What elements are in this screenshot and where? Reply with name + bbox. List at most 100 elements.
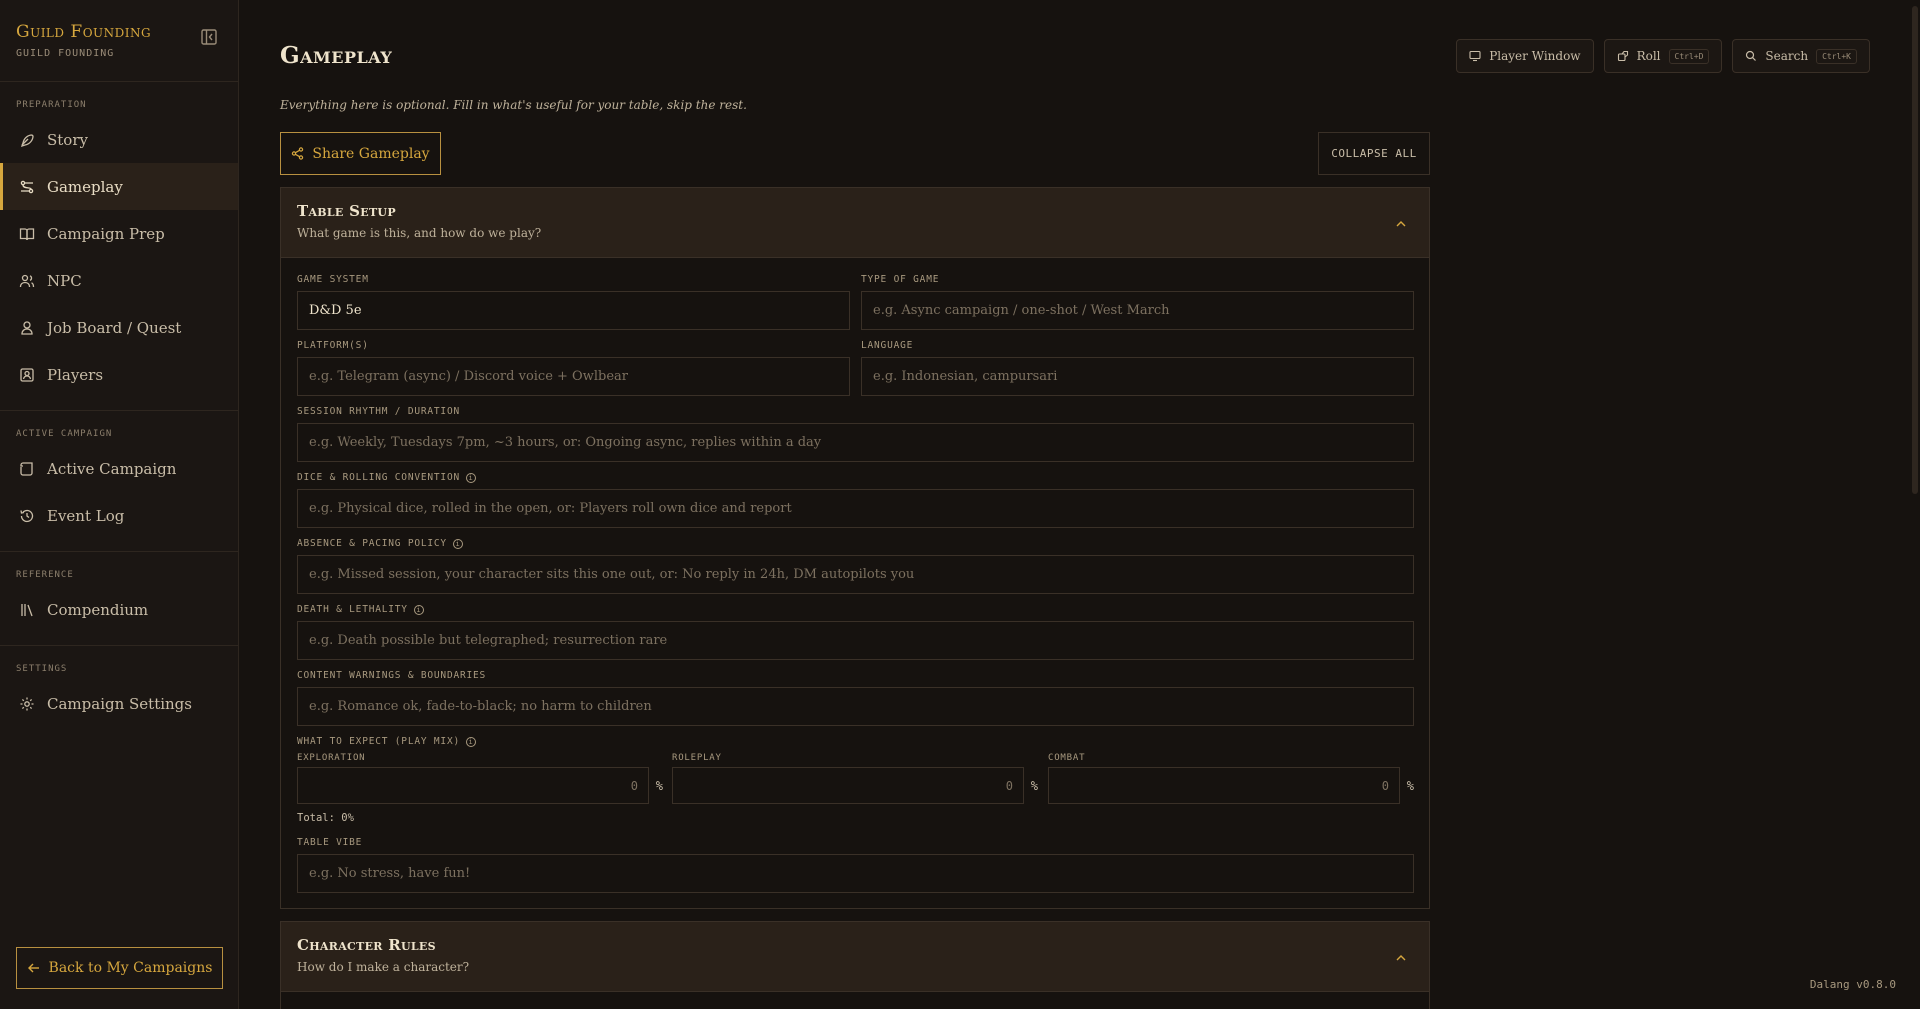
character-rules-panel: Character Rules How do I make a characte…	[280, 921, 1430, 1009]
scrollbar-thumb[interactable]	[1912, 6, 1918, 494]
info-icon[interactable]: i	[452, 538, 463, 549]
platforms-group: PLATFORM(S)	[297, 340, 850, 396]
version-label: Dalang v0.8.0	[1809, 978, 1896, 991]
sidebar-item-label: Gameplay	[47, 177, 123, 196]
gear-icon	[20, 697, 34, 710]
search-shortcut: Ctrl+K	[1816, 48, 1857, 64]
back-to-campaigns-button[interactable]: Back to My Campaigns	[16, 947, 223, 989]
nav-section-label: REFERENCE	[16, 570, 74, 580]
language-input[interactable]	[861, 357, 1414, 396]
collapse-sidebar-icon[interactable]	[200, 28, 218, 46]
sidebar-item-job-board[interactable]: Job Board / Quest	[0, 304, 238, 351]
game-system-group: GAME SYSTEM	[297, 274, 850, 330]
type-of-game-label: TYPE OF GAME	[861, 274, 940, 285]
collapse-all-button[interactable]: COLLAPSE ALL	[1318, 132, 1430, 175]
character-rules-description: How do I make a character?	[297, 960, 470, 974]
absence-label-text: ABSENCE & PACING POLICY	[297, 538, 447, 549]
sidebar-item-compendium[interactable]: Compendium	[0, 586, 238, 633]
player-window-button[interactable]: Player Window	[1456, 39, 1594, 73]
sidebar-item-story[interactable]: Story	[0, 116, 238, 163]
sidebar-item-label: Job Board / Quest	[47, 318, 182, 337]
info-icon[interactable]: i	[466, 736, 476, 747]
sidebar-item-campaign-prep[interactable]: Campaign Prep	[0, 210, 238, 257]
info-icon[interactable]: i	[413, 604, 424, 615]
search-button[interactable]: Search Ctrl+K	[1732, 39, 1870, 73]
roll-button[interactable]: Roll Ctrl+D	[1603, 39, 1723, 73]
scroll-icon	[20, 461, 33, 476]
page-subtitle: Everything here is optional. Fill in wha…	[280, 98, 747, 112]
language-group: LANGUAGE	[861, 340, 1414, 396]
death-label: DEATH & LETHALITY i	[297, 604, 1414, 615]
exploration-group: EXPLORATION %	[297, 753, 663, 804]
play-mix-label-wrap: WHAT TO EXPECT (PLAY MIX) i	[297, 736, 476, 747]
share-icon	[292, 147, 304, 160]
search-label: Search	[1765, 49, 1809, 63]
history-icon	[20, 509, 34, 522]
sidebar-item-event-log[interactable]: Event Log	[0, 492, 238, 539]
content-group: CONTENT WARNINGS & BOUNDARIES	[297, 670, 1414, 726]
sidebar-item-gameplay[interactable]: Gameplay	[0, 163, 238, 210]
table-setup-header[interactable]: Table Setup What game is this, and how d…	[281, 188, 1429, 258]
absence-input[interactable]	[297, 555, 1414, 594]
combat-label: COMBAT	[1048, 753, 1086, 763]
info-icon[interactable]: i	[466, 472, 476, 483]
combat-input[interactable]	[1048, 767, 1400, 804]
sidebar-item-players[interactable]: Players	[0, 351, 238, 398]
sidebar-item-npc[interactable]: NPC	[0, 257, 238, 304]
nav-section-reference: REFERENCE Compendium	[0, 552, 238, 646]
player-window-label: Player Window	[1489, 49, 1581, 63]
nav-section-label: SETTINGS	[16, 664, 68, 674]
sidebar-item-active-campaign[interactable]: Active Campaign	[0, 445, 238, 492]
table-setup-description: What game is this, and how do we play?	[297, 226, 542, 240]
roleplay-input[interactable]	[672, 767, 1024, 804]
exploration-input[interactable]	[297, 767, 649, 804]
sliders-icon	[20, 180, 34, 193]
share-gameplay-label: Share Gameplay	[312, 145, 430, 162]
roll-label: Roll	[1636, 49, 1661, 63]
share-gameplay-button[interactable]: Share Gameplay	[280, 132, 441, 175]
content-label: CONTENT WARNINGS & BOUNDARIES	[297, 670, 487, 681]
session-rhythm-group: SESSION RHYTHM / DURATION	[297, 406, 1414, 462]
type-of-game-group: TYPE OF GAME	[861, 274, 1414, 330]
table-setup-title: Table Setup	[297, 202, 396, 220]
game-system-input[interactable]	[297, 291, 850, 330]
play-mix-label-text: WHAT TO EXPECT (PLAY MIX)	[297, 736, 460, 747]
vibe-input[interactable]	[297, 854, 1414, 893]
sidebar-item-label: Story	[47, 130, 88, 149]
platforms-input[interactable]	[297, 357, 850, 396]
chevron-up-icon[interactable]	[1395, 952, 1407, 964]
main-content: Gameplay Everything here is optional. Fi…	[280, 0, 1430, 1009]
nav-section-label: PREPARATION	[16, 100, 87, 110]
back-button-label: Back to My Campaigns	[48, 960, 213, 976]
death-input[interactable]	[297, 621, 1414, 660]
percent-sign: %	[1406, 779, 1414, 793]
app-title: Guild Founding	[16, 22, 152, 42]
chevron-up-icon[interactable]	[1395, 218, 1407, 230]
vibe-group: TABLE VIBE	[297, 837, 1414, 893]
sidebar-item-campaign-settings[interactable]: Campaign Settings	[0, 680, 238, 727]
platforms-label: PLATFORM(S)	[297, 340, 369, 351]
dice-label: DICE & ROLLING CONVENTION i	[297, 472, 1414, 483]
session-rhythm-input[interactable]	[297, 423, 1414, 462]
combat-group: COMBAT %	[1048, 753, 1414, 804]
dice-group: DICE & ROLLING CONVENTION i	[297, 472, 1414, 528]
death-group: DEATH & LETHALITY i	[297, 604, 1414, 660]
character-rules-title: Character Rules	[297, 936, 436, 954]
session-rhythm-label: SESSION RHYTHM / DURATION	[297, 406, 460, 417]
top-toolbar: Player Window Roll Ctrl+D Search Ctrl+K	[1456, 39, 1870, 73]
type-of-game-input[interactable]	[861, 291, 1414, 330]
dice-label-text: DICE & ROLLING CONVENTION	[297, 472, 460, 483]
game-system-label: GAME SYSTEM	[297, 274, 369, 285]
percent-sign: %	[655, 779, 663, 793]
play-mix-total: Total: 0%	[297, 812, 354, 824]
users-icon	[19, 274, 35, 287]
scrollbar[interactable]	[1910, 0, 1920, 1009]
table-setup-panel: Table Setup What game is this, and how d…	[280, 187, 1430, 909]
sidebar-item-label: Players	[47, 365, 104, 384]
content-input[interactable]	[297, 687, 1414, 726]
dice-input[interactable]	[297, 489, 1414, 528]
roleplay-group: ROLEPLAY %	[672, 753, 1038, 804]
character-rules-header[interactable]: Character Rules How do I make a characte…	[281, 922, 1429, 992]
nav-section-label: ACTIVE CAMPAIGN	[16, 429, 113, 439]
exploration-label: EXPLORATION	[297, 753, 366, 763]
